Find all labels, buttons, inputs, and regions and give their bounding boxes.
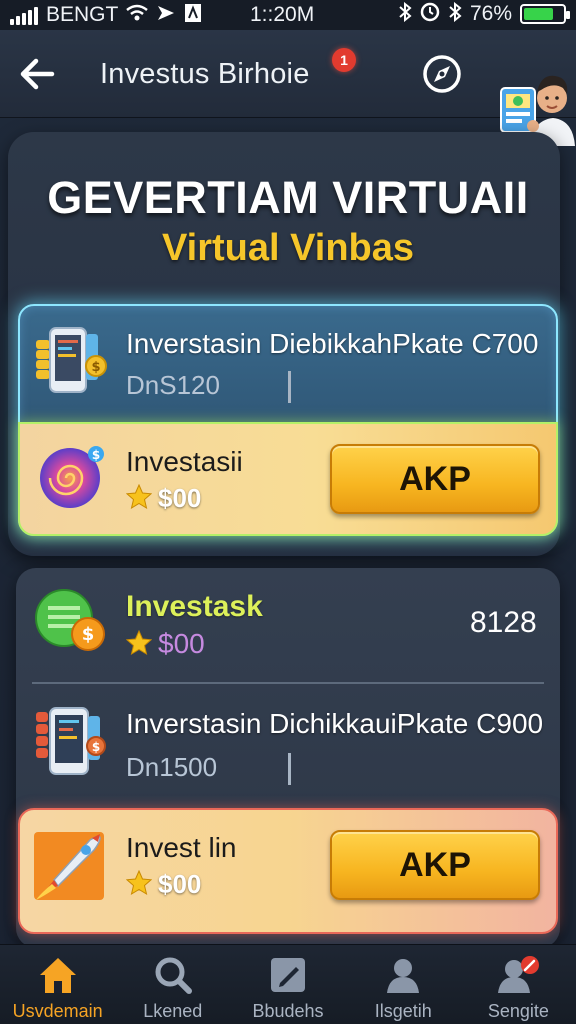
edit-icon <box>271 958 305 992</box>
alarm-icon <box>420 2 440 26</box>
back-button[interactable] <box>16 52 60 96</box>
compass-icon <box>423 55 461 93</box>
home-icon <box>39 958 76 993</box>
tab-label: Bbudehs <box>252 1001 324 1021</box>
arrow-left-icon <box>20 58 55 90</box>
tab-edit[interactable]: Bbudehs <box>230 945 345 1024</box>
user-icon <box>387 959 420 993</box>
compass-button[interactable] <box>420 52 464 96</box>
bluetooth-icon <box>448 1 462 26</box>
location-icon <box>156 4 176 26</box>
text-cursor <box>288 371 291 403</box>
battery-percent: 76% <box>469 2 512 25</box>
star-icon <box>126 870 152 896</box>
offer-title: Invest lin <box>126 832 237 863</box>
wifi-icon <box>126 4 149 26</box>
item-title: Inverstasin DichikkauiPkate C900 <box>126 708 544 739</box>
profile-settings-icon <box>498 956 540 993</box>
tab-label: Sengite <box>487 1001 549 1021</box>
svg-text:$: $ <box>92 740 100 754</box>
card-subtitle: DnS120 <box>126 370 220 400</box>
card-title: Inverstasin DiebikkahPkate C700 <box>126 328 539 359</box>
svg-text:$: $ <box>82 624 95 645</box>
tab-user[interactable]: Ilsgetih <box>346 945 461 1024</box>
hero-subtitle: Virtual Vinbas <box>161 227 415 269</box>
tab-label: Usvdemain <box>12 1001 103 1021</box>
akp-button[interactable]: AKP <box>330 830 540 900</box>
offer-price: $00 <box>158 869 202 899</box>
investment-count: 8128 <box>470 606 537 639</box>
app-header: Investus Birhoie 1 <box>0 30 576 146</box>
star-icon <box>126 630 152 656</box>
bluetooth-icon <box>398 1 412 26</box>
svg-text:$: $ <box>91 360 100 375</box>
divider <box>32 682 544 684</box>
tab-settings[interactable]: Sengite <box>461 945 576 1024</box>
tab-label: Ilsgetih <box>374 1001 432 1021</box>
offer-price: $00 <box>158 483 202 513</box>
battery-icon <box>520 4 570 24</box>
tab-home[interactable]: Usvdemain <box>0 945 115 1024</box>
akp-button[interactable]: AKP <box>330 444 540 514</box>
page-title: Investus Birhoie <box>100 58 310 90</box>
tab-label: Lkened <box>143 1001 203 1021</box>
spiral-coin-icon: $ <box>40 446 104 508</box>
tab-search[interactable]: Lkened <box>115 945 230 1024</box>
status-time: 1::20M <box>250 3 315 26</box>
status-bar: BENGT 1::20M 76% <box>0 0 576 30</box>
hero-title: GEVERTIAM VIRTUAII <box>47 172 529 223</box>
investment-price: $00 <box>158 628 205 659</box>
star-icon <box>126 484 152 510</box>
svg-text:$: $ <box>92 448 100 462</box>
investment-title: Investask <box>126 590 263 623</box>
offer-title: Investasii <box>126 446 243 477</box>
search-icon <box>155 957 192 994</box>
carrier-label: BENGT <box>46 3 119 26</box>
phone-coins-icon: $ <box>36 327 107 393</box>
money-stack-icon: $ <box>35 589 105 651</box>
item-subtitle: Dn1500 <box>126 752 218 782</box>
notification-badge: 1 <box>332 48 356 72</box>
signal-icon <box>10 5 38 25</box>
bottom-tab-bar: Usvdemain Lkened Bbudehs Ilsgetih Sengit… <box>0 944 576 1024</box>
nfc-icon <box>184 3 202 27</box>
text-cursor <box>288 753 291 785</box>
phone-chart-icon: $ <box>36 707 106 775</box>
rocket-icon <box>34 832 104 900</box>
